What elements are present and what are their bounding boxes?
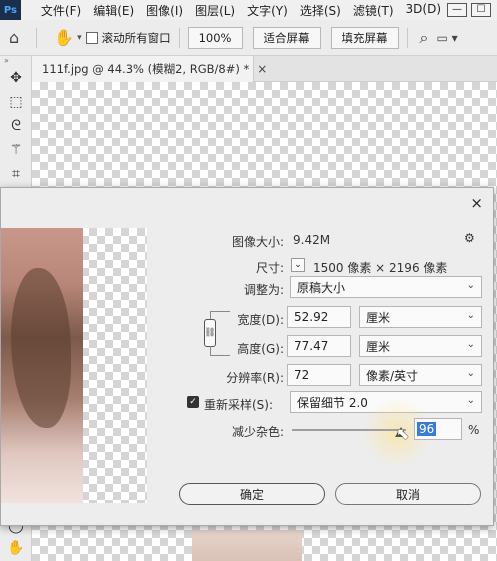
fit-to-select[interactable]: 原稿大小 ⌄ bbox=[290, 276, 482, 298]
scroll-all-windows-label: 滚动所有窗口 bbox=[101, 30, 171, 45]
image-size-label: 图像大小: bbox=[231, 235, 284, 249]
fit-to-value: 原稿大小 bbox=[297, 280, 346, 295]
chevron-down-icon: ⌄ bbox=[466, 339, 475, 350]
reduce-noise-value: 96 bbox=[417, 422, 437, 436]
mouse-cursor-icon: ⬉ bbox=[396, 424, 410, 443]
resample-value: 保留细节 2.0 bbox=[297, 395, 368, 410]
reduce-noise-unit: % bbox=[468, 423, 480, 437]
width-unit-value: 厘米 bbox=[366, 310, 391, 325]
ok-button[interactable]: 确定 bbox=[179, 483, 325, 505]
fill-screen-button[interactable]: 填充屏幕 bbox=[330, 26, 399, 49]
collapse-icon[interactable]: » bbox=[0, 56, 31, 66]
gear-icon[interactable]: ⚙ bbox=[464, 231, 475, 245]
fit-to-label: 调整为: bbox=[243, 283, 284, 297]
menu-bar: Ps 文件(F) 编辑(E) 图像(I) 图层(L) 文字(Y) 选择(S) 滤… bbox=[0, 0, 497, 20]
height-input[interactable]: 77.47 bbox=[287, 335, 351, 357]
preview-photo bbox=[1, 228, 83, 503]
reduce-noise-slider-track[interactable] bbox=[292, 429, 406, 431]
chevron-down-icon: ⌄ bbox=[466, 310, 475, 321]
zoom-100-button[interactable]: 100% bbox=[187, 26, 243, 49]
search-icon[interactable]: ⌕ bbox=[416, 28, 433, 48]
options-divider bbox=[406, 27, 408, 48]
chevron-down-icon: ⌄ bbox=[466, 368, 475, 379]
menu-type[interactable]: 文字(Y) bbox=[241, 2, 294, 19]
menu-filter[interactable]: 滤镜(T) bbox=[347, 2, 400, 19]
photoshop-logo: Ps bbox=[0, 0, 21, 20]
cancel-button[interactable]: 取消 bbox=[335, 483, 481, 505]
preview-hair-shape bbox=[11, 268, 71, 428]
menu-items: 文件(F) 编辑(E) 图像(I) 图层(L) 文字(Y) 选择(S) 滤镜(T… bbox=[21, 2, 447, 19]
minimize-button[interactable]: — bbox=[447, 3, 467, 17]
hand-tool-icon[interactable]: ✋ bbox=[0, 536, 32, 560]
image-size-value: 9.42M bbox=[293, 233, 331, 247]
options-bar: ⌂ ✋ ▾ 滚动所有窗口 100% 适合屏幕 填充屏幕 ⌕ ▭ ▾ bbox=[0, 20, 497, 56]
menu-edit[interactable]: 编辑(E) bbox=[87, 2, 140, 19]
close-icon[interactable]: × bbox=[470, 194, 483, 212]
document-tab-bar: 111f.jpg @ 44.3% (模糊2, RGB/8#) * × bbox=[32, 56, 497, 82]
workspace-icon[interactable]: ▭ ▾ bbox=[432, 31, 461, 45]
lasso-tool-icon[interactable]: ᘓ bbox=[0, 114, 32, 138]
crop-tool-icon[interactable]: ⌗ bbox=[0, 162, 32, 186]
height-label: 高度(G): bbox=[237, 342, 284, 356]
chevron-down-icon[interactable]: ▾ bbox=[77, 33, 82, 43]
width-input[interactable]: 52.92 bbox=[287, 306, 351, 328]
menu-3d[interactable]: 3D(D) bbox=[400, 2, 447, 19]
reduce-noise-label: 减少杂色: bbox=[231, 425, 284, 439]
resolution-label: 分辨率(R): bbox=[226, 371, 284, 385]
height-unit-select[interactable]: 厘米 ⌄ bbox=[359, 335, 482, 357]
checkbox-box[interactable] bbox=[85, 31, 98, 44]
home-icon[interactable]: ⌂ bbox=[0, 28, 28, 47]
chevron-down-icon: ⌄ bbox=[466, 395, 475, 406]
dimensions-label: 尺寸: bbox=[255, 261, 284, 275]
resolution-input[interactable]: 72 bbox=[287, 364, 351, 386]
chevron-down-icon: ⌄ bbox=[466, 280, 475, 291]
magic-wand-tool-icon[interactable]: ⚚ bbox=[0, 138, 32, 162]
width-label: 宽度(D): bbox=[237, 313, 284, 327]
move-tool-icon[interactable]: ✥ bbox=[0, 66, 32, 90]
marquee-tool-icon[interactable]: ⬚ bbox=[0, 90, 32, 114]
image-preview[interactable] bbox=[1, 228, 147, 503]
resample-checkbox[interactable]: ✓ bbox=[187, 396, 199, 408]
scroll-all-windows-checkbox[interactable]: 滚动所有窗口 bbox=[85, 30, 171, 46]
options-divider bbox=[36, 27, 38, 48]
reduce-noise-input[interactable]: 96 bbox=[414, 418, 462, 440]
options-divider bbox=[178, 27, 180, 48]
document-tab[interactable]: 111f.jpg @ 44.3% (模糊2, RGB/8#) * × bbox=[32, 56, 267, 82]
menu-select[interactable]: 选择(S) bbox=[294, 2, 347, 19]
dimensions-value: 1500 像素 × 2196 像素 bbox=[313, 261, 448, 275]
window-controls: — ☐ bbox=[447, 3, 497, 17]
fit-screen-button[interactable]: 适合屏幕 bbox=[252, 26, 321, 49]
menu-layer[interactable]: 图层(L) bbox=[189, 2, 241, 19]
canvas-image-preview bbox=[192, 530, 302, 561]
width-unit-select[interactable]: 厘米 ⌄ bbox=[359, 306, 482, 328]
dimensions-unit-dropdown[interactable]: ⌄ bbox=[291, 258, 305, 272]
menu-file[interactable]: 文件(F) bbox=[35, 2, 87, 19]
close-icon[interactable]: × bbox=[257, 62, 267, 76]
menu-image[interactable]: 图像(I) bbox=[140, 2, 189, 19]
resample-label: 重新采样(S): bbox=[204, 398, 274, 412]
resolution-unit-value: 像素/英寸 bbox=[366, 368, 419, 383]
height-unit-value: 厘米 bbox=[366, 339, 391, 354]
maximize-button[interactable]: ☐ bbox=[471, 3, 491, 17]
document-tab-title: 111f.jpg @ 44.3% (模糊2, RGB/8#) * bbox=[42, 62, 250, 76]
resolution-unit-select[interactable]: 像素/英寸 ⌄ bbox=[359, 364, 482, 386]
